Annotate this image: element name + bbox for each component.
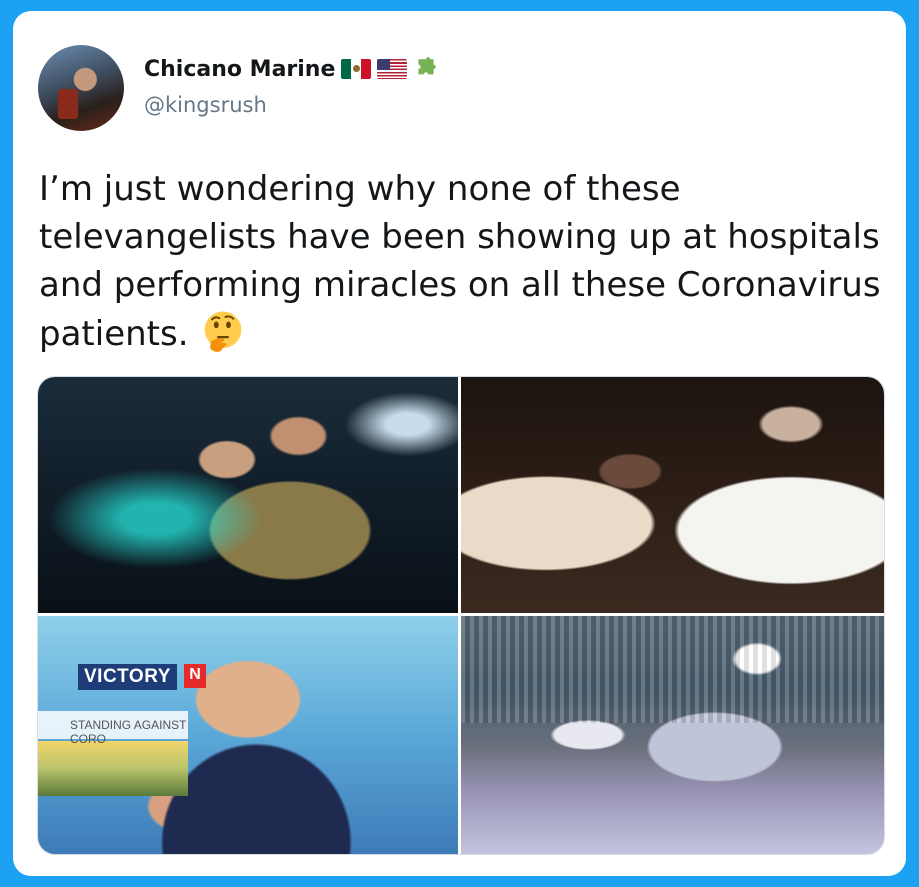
author-handle[interactable]: @kingsrush bbox=[144, 93, 267, 117]
photo-1[interactable] bbox=[38, 377, 458, 613]
audience-crowd bbox=[461, 616, 884, 724]
thinking-face-icon bbox=[204, 311, 242, 352]
broadcast-subtitle: STANDING AGAINST CORO bbox=[38, 711, 188, 746]
photo-2[interactable] bbox=[461, 377, 884, 613]
tweet-card: Chicano Marine @kingsrush I’m just wonde… bbox=[13, 11, 906, 876]
broadcast-landscape bbox=[38, 741, 188, 796]
author-name-row[interactable]: Chicano Marine bbox=[144, 56, 439, 82]
tweet-text-block: I’m just wondering why none of these tel… bbox=[39, 165, 889, 358]
broadcast-title: VICTORY bbox=[78, 664, 177, 690]
avatar[interactable] bbox=[38, 45, 124, 131]
photo-3[interactable]: VICTORY N STANDING AGAINST CORO bbox=[38, 616, 458, 854]
puzzle-piece-icon bbox=[418, 57, 437, 75]
broadcast-accent: N bbox=[184, 664, 206, 688]
author-name[interactable]: Chicano Marine bbox=[144, 57, 335, 82]
mexico-flag-icon bbox=[341, 59, 372, 79]
tweet-text: I’m just wondering why none of these tel… bbox=[39, 169, 881, 354]
avatar-drink bbox=[58, 89, 78, 119]
photo-4[interactable] bbox=[461, 616, 884, 854]
media-grid: VICTORY N STANDING AGAINST CORO bbox=[37, 376, 885, 855]
us-flag-icon bbox=[377, 59, 408, 79]
